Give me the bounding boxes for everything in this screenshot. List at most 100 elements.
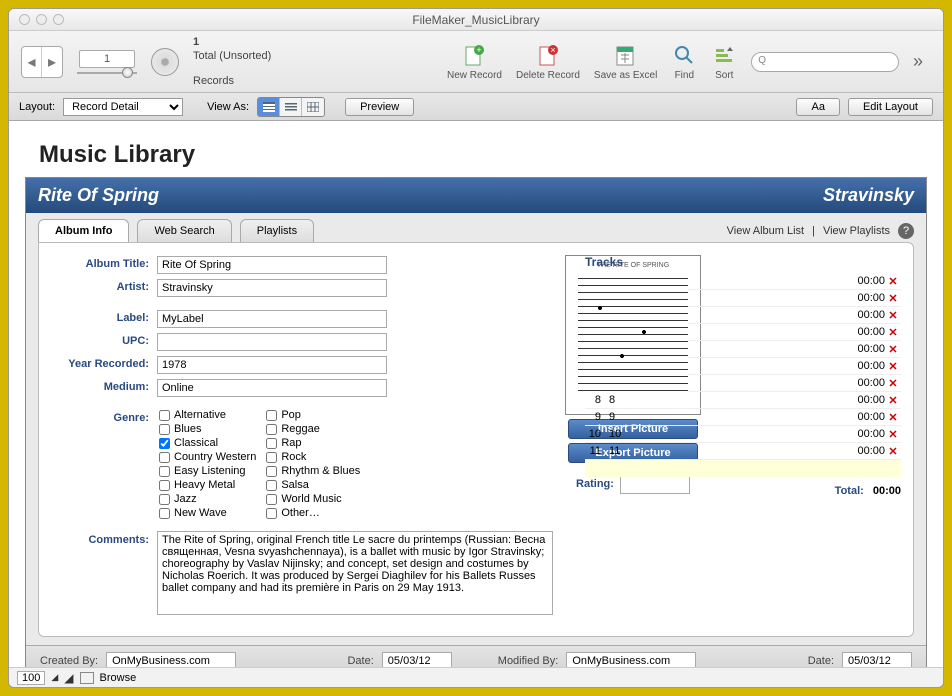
- genre-option[interactable]: Blues: [159, 423, 256, 435]
- view-album-list-link[interactable]: View Album List: [727, 225, 804, 237]
- titlebar: FileMaker_MusicLibrary: [9, 9, 943, 31]
- genre-checkbox[interactable]: [159, 494, 170, 505]
- genre-checkbox[interactable]: [266, 508, 277, 519]
- genre-option[interactable]: Alternative: [159, 409, 256, 421]
- edit-layout-button[interactable]: Edit Layout: [848, 98, 933, 116]
- genre-option[interactable]: Other…: [266, 507, 360, 519]
- delete-track-icon[interactable]: ✕: [885, 360, 901, 373]
- delete-track-icon[interactable]: ✕: [885, 292, 901, 305]
- track-row[interactable]: 9900:00✕: [585, 409, 901, 426]
- genre-checkbox[interactable]: [266, 438, 277, 449]
- genre-option[interactable]: Rhythm & Blues: [266, 465, 360, 477]
- tab-playlists[interactable]: Playlists: [240, 219, 314, 242]
- genre-checkbox[interactable]: [159, 410, 170, 421]
- genre-option[interactable]: New Wave: [159, 507, 256, 519]
- genre-checkbox[interactable]: [266, 410, 277, 421]
- view-list-button[interactable]: [280, 98, 302, 116]
- search-input[interactable]: [751, 52, 899, 72]
- save-excel-icon: [613, 42, 639, 68]
- tab-web-search[interactable]: Web Search: [137, 219, 231, 242]
- genre-option[interactable]: Classical: [159, 437, 256, 449]
- minimize-icon[interactable]: [36, 14, 47, 25]
- toolbar-overflow[interactable]: »: [913, 51, 923, 72]
- genre-option[interactable]: Easy Listening: [159, 465, 256, 477]
- zoom-level[interactable]: 100: [17, 671, 45, 685]
- genre-checkbox[interactable]: [159, 508, 170, 519]
- delete-track-icon[interactable]: ✕: [885, 394, 901, 407]
- genre-checkbox[interactable]: [266, 452, 277, 463]
- track-name[interactable]: 8: [605, 394, 847, 406]
- track-name[interactable]: 11: [605, 445, 847, 457]
- track-row[interactable]: 8800:00✕: [585, 392, 901, 409]
- track-name[interactable]: 10: [605, 428, 847, 440]
- track-number: 10: [585, 428, 605, 440]
- help-icon[interactable]: ?: [898, 223, 914, 239]
- record-slider[interactable]: [77, 72, 137, 74]
- view-table-button[interactable]: [302, 98, 324, 116]
- album-title-field[interactable]: [157, 256, 387, 274]
- comments-field[interactable]: The Rite of Spring, original French titl…: [157, 531, 553, 615]
- save-excel-button[interactable]: Save as Excel: [594, 42, 657, 81]
- aa-button[interactable]: Aa: [796, 98, 839, 116]
- genre-option[interactable]: Jazz: [159, 493, 256, 505]
- genre-option[interactable]: Country Western: [159, 451, 256, 463]
- delete-track-icon[interactable]: ✕: [885, 445, 901, 458]
- album-title-label: Album Title:: [51, 255, 157, 270]
- new-record-button[interactable]: + New Record: [447, 42, 502, 81]
- zoom-out-icon[interactable]: ◢: [51, 672, 58, 683]
- track-duration: 00:00: [847, 394, 885, 406]
- genre-option[interactable]: Reggae: [266, 423, 360, 435]
- artist-field[interactable]: [157, 279, 387, 297]
- sort-button[interactable]: Sort: [711, 42, 737, 81]
- track-row[interactable]: 111100:00✕: [585, 443, 901, 460]
- genre-checkbox[interactable]: [159, 466, 170, 477]
- layout-select[interactable]: Record Detail: [63, 98, 183, 116]
- find-button[interactable]: Find: [671, 42, 697, 81]
- zoom-icon[interactable]: [53, 14, 64, 25]
- genre-checkbox[interactable]: [266, 480, 277, 491]
- delete-track-icon[interactable]: ✕: [885, 326, 901, 339]
- view-form-button[interactable]: [258, 98, 280, 116]
- delete-record-button[interactable]: × Delete Record: [516, 42, 580, 81]
- delete-track-icon[interactable]: ✕: [885, 428, 901, 441]
- genre-checkbox[interactable]: [159, 480, 170, 491]
- record-header: Rite Of Spring Stravinsky: [26, 178, 926, 213]
- label-field[interactable]: [157, 310, 387, 328]
- track-empty-row[interactable]: [585, 460, 901, 477]
- preview-button[interactable]: Preview: [345, 98, 414, 116]
- genre-option[interactable]: Salsa: [266, 479, 360, 491]
- genre-option[interactable]: Rap: [266, 437, 360, 449]
- upc-field[interactable]: [157, 333, 387, 351]
- layout-toggle-icon[interactable]: [80, 672, 94, 684]
- delete-track-icon[interactable]: ✕: [885, 309, 901, 322]
- record-number[interactable]: 1: [79, 50, 135, 68]
- genre-checkbox[interactable]: [266, 494, 277, 505]
- genre-option[interactable]: World Music: [266, 493, 360, 505]
- delete-track-icon[interactable]: ✕: [885, 411, 901, 424]
- search-icon: Q: [758, 55, 766, 66]
- zoom-in-icon[interactable]: ◢: [64, 671, 73, 685]
- delete-track-icon[interactable]: ✕: [885, 377, 901, 390]
- genre-checkbox[interactable]: [159, 424, 170, 435]
- genre-option[interactable]: Heavy Metal: [159, 479, 256, 491]
- album-picture[interactable]: THE RITE OF SPRING: [565, 255, 701, 415]
- delete-track-icon[interactable]: ✕: [885, 343, 901, 356]
- close-icon[interactable]: [19, 14, 30, 25]
- genre-option[interactable]: Rock: [266, 451, 360, 463]
- app-window: FileMaker_MusicLibrary ◂ ▸ 1 1 Total (Un…: [8, 8, 944, 688]
- genre-checkbox[interactable]: [266, 466, 277, 477]
- tab-album-info[interactable]: Album Info: [38, 219, 129, 242]
- delete-track-icon[interactable]: ✕: [885, 275, 901, 288]
- medium-field[interactable]: [157, 379, 387, 397]
- track-row[interactable]: 101000:00✕: [585, 426, 901, 443]
- view-playlists-link[interactable]: View Playlists: [823, 225, 890, 237]
- year-field[interactable]: [157, 356, 387, 374]
- track-name[interactable]: 9: [605, 411, 847, 423]
- genre-checkbox[interactable]: [266, 424, 277, 435]
- next-record-button[interactable]: ▸: [42, 47, 62, 77]
- genre-option[interactable]: Pop: [266, 409, 360, 421]
- genre-checkbox[interactable]: [159, 452, 170, 463]
- genre-checkbox[interactable]: [159, 438, 170, 449]
- slider-knob[interactable]: [122, 67, 133, 78]
- prev-record-button[interactable]: ◂: [22, 47, 42, 77]
